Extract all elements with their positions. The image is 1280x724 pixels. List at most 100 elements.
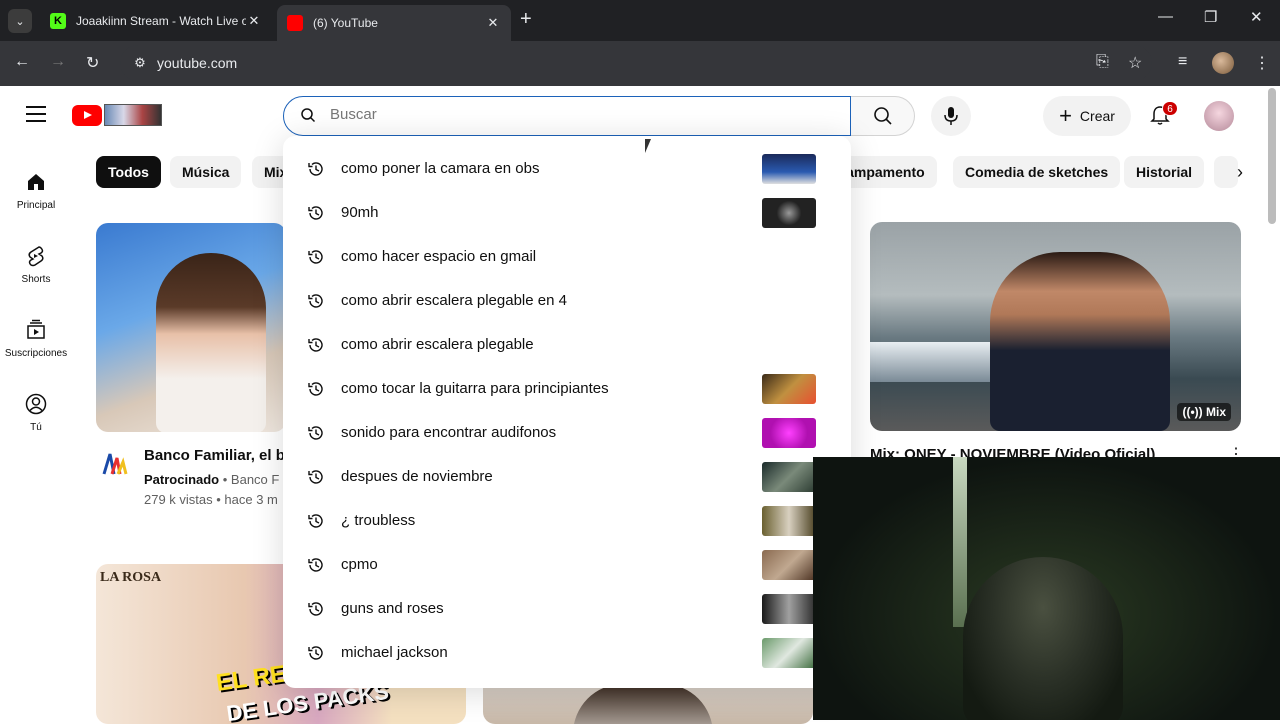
tab-search-button[interactable]: ⌄ [8, 9, 32, 33]
suggestion-item[interactable]: como poner la camara en obs [283, 147, 851, 191]
webcam-window-light [953, 457, 967, 627]
chip-todos[interactable]: Todos [96, 156, 161, 188]
suggestion-thumbnail [762, 594, 816, 624]
media-control-icon[interactable]: ≡ [1178, 53, 1187, 71]
suggestion-text: guns and roses [341, 600, 444, 617]
history-icon [308, 338, 323, 352]
minimize-icon[interactable]: — [1158, 8, 1173, 25]
history-icon [308, 426, 323, 440]
sidebar-item-label: Shorts [21, 274, 51, 285]
search-button[interactable] [851, 96, 915, 136]
kick-favicon-icon: K [50, 13, 66, 29]
suggestion-thumbnail [762, 198, 816, 228]
mini-sidebar: Principal Shorts Suscripciones Tú [0, 146, 72, 720]
suggestion-item[interactable]: sonido para encontrar audifonos [283, 411, 851, 455]
browser-toolbar: ← → ↻ ⚙ youtube.com ⎘ ☆ ≡ ⋮ [0, 41, 1280, 86]
suggestion-item[interactable]: guns and roses [283, 587, 851, 631]
thumbnail-person [990, 252, 1170, 431]
suggestion-text: como tocar la guitarra para principiante… [341, 380, 609, 397]
history-icon [308, 162, 323, 176]
voice-search-button[interactable] [931, 96, 971, 136]
mouse-cursor [645, 139, 651, 153]
suggestion-text: michael jackson [341, 644, 448, 661]
search-input[interactable] [330, 106, 830, 123]
webcam-person [963, 557, 1123, 720]
sidebar-item-suscripciones[interactable]: Suscripciones [0, 302, 72, 366]
suggestion-text: 90mh [341, 204, 379, 221]
suggestion-item[interactable]: como tocar la guitarra para principiante… [283, 367, 851, 411]
history-icon [308, 250, 323, 264]
suggestion-text: ¿ troubless [341, 512, 416, 529]
sponsored-label: Patrocinado [144, 472, 220, 487]
site-info-icon[interactable]: ⚙ [128, 51, 152, 75]
sidebar-item-label: Principal [16, 200, 56, 211]
tab-title: Joaakiinn Stream - Watch Live o [76, 14, 246, 28]
youtube-doodle-logo[interactable] [104, 104, 162, 126]
youtube-favicon-icon [287, 15, 303, 31]
page-scrollbar[interactable] [1268, 88, 1276, 224]
suggestion-item[interactable]: despues de noviembre [283, 455, 851, 499]
install-app-icon[interactable]: ⎘ [1096, 53, 1109, 71]
chip-musica[interactable]: Música [170, 156, 242, 188]
chevron-right-icon[interactable]: › [1224, 156, 1256, 188]
youtube-logo[interactable] [72, 105, 102, 126]
browser-menu-icon[interactable]: ⋮ [1254, 53, 1270, 73]
window-close-icon[interactable]: ✕ [1250, 8, 1263, 26]
close-tab-icon[interactable]: ✕ [246, 13, 262, 29]
browser-profile-avatar[interactable] [1212, 52, 1234, 74]
thumbnail-person [573, 684, 713, 724]
video-meta: 279 k vistas • hace 3 m [144, 492, 278, 507]
history-icon [308, 470, 323, 484]
search-suggestions-dropdown: como poner la camara en obs 90mh como ha… [283, 136, 851, 688]
forward-icon[interactable]: → [50, 53, 66, 71]
user-avatar[interactable] [1204, 101, 1234, 131]
close-tab-icon[interactable]: ✕ [485, 15, 501, 31]
create-button[interactable]: + Crear [1043, 96, 1131, 136]
browser-tab-youtube[interactable]: (6) YouTube ✕ [277, 5, 511, 41]
thumbnail-boats [870, 342, 1010, 382]
chip-historial[interactable]: Historial [1124, 156, 1205, 188]
search-box[interactable] [283, 96, 851, 136]
shorts-icon [28, 246, 44, 267]
subscriptions-icon [27, 319, 45, 339]
suggestion-thumbnail [762, 418, 816, 448]
suggestion-item[interactable]: cpmo [283, 543, 851, 587]
suggestion-text: sonido para encontrar audifonos [341, 424, 557, 441]
suggestion-thumbnail [762, 374, 816, 404]
address-bar[interactable] [120, 45, 1152, 81]
browser-tab-kick[interactable]: K Joaakiinn Stream - Watch Live o ✕ [40, 5, 272, 37]
you-icon [25, 393, 47, 415]
channel-name[interactable]: Banco F [231, 472, 279, 487]
sidebar-item-principal[interactable]: Principal [0, 154, 72, 218]
suggestion-item[interactable]: ¿ troubless [283, 499, 851, 543]
url-text[interactable]: youtube.com [157, 55, 237, 71]
sidebar-item-tu[interactable]: Tú [0, 376, 72, 440]
suggestion-item[interactable]: michael jackson [283, 631, 851, 675]
history-icon [308, 558, 323, 572]
bookmark-star-icon[interactable]: ☆ [1128, 53, 1142, 73]
thumbnail-text: LA ROSA [100, 570, 162, 585]
video-thumbnail[interactable]: ((•)) Mix [870, 222, 1241, 431]
menu-icon[interactable] [26, 106, 46, 127]
suggestion-thumbnail [762, 638, 816, 668]
suggestion-text: como abrir escalera plegable [341, 336, 534, 353]
channel-avatar[interactable] [100, 448, 128, 476]
suggestion-text: como hacer espacio en gmail [341, 248, 537, 265]
suggestion-item[interactable]: 90mh [283, 191, 851, 235]
suggestion-item[interactable]: como abrir escalera plegable [283, 323, 851, 367]
video-title[interactable]: Banco Familiar, el b [144, 447, 284, 464]
video-channel-row: Patrocinado • Banco F [144, 472, 284, 487]
reload-icon[interactable]: ↻ [86, 53, 99, 73]
video-thumbnail[interactable] [96, 223, 286, 432]
back-icon[interactable]: ← [14, 53, 30, 71]
chip-comedia-de-sketches[interactable]: Comedia de sketches [953, 156, 1121, 188]
thumbnail-person [156, 253, 266, 432]
microphone-icon [944, 107, 958, 125]
sidebar-item-shorts[interactable]: Shorts [0, 228, 72, 292]
create-label: Crear [1079, 108, 1115, 124]
new-tab-icon[interactable]: + [520, 8, 532, 31]
suggestion-item[interactable]: como hacer espacio en gmail [283, 235, 851, 279]
suggestion-item[interactable]: como abrir escalera plegable en 4 [283, 279, 851, 323]
restore-icon[interactable]: ❐ [1204, 8, 1217, 26]
plus-icon: + [1059, 103, 1072, 128]
